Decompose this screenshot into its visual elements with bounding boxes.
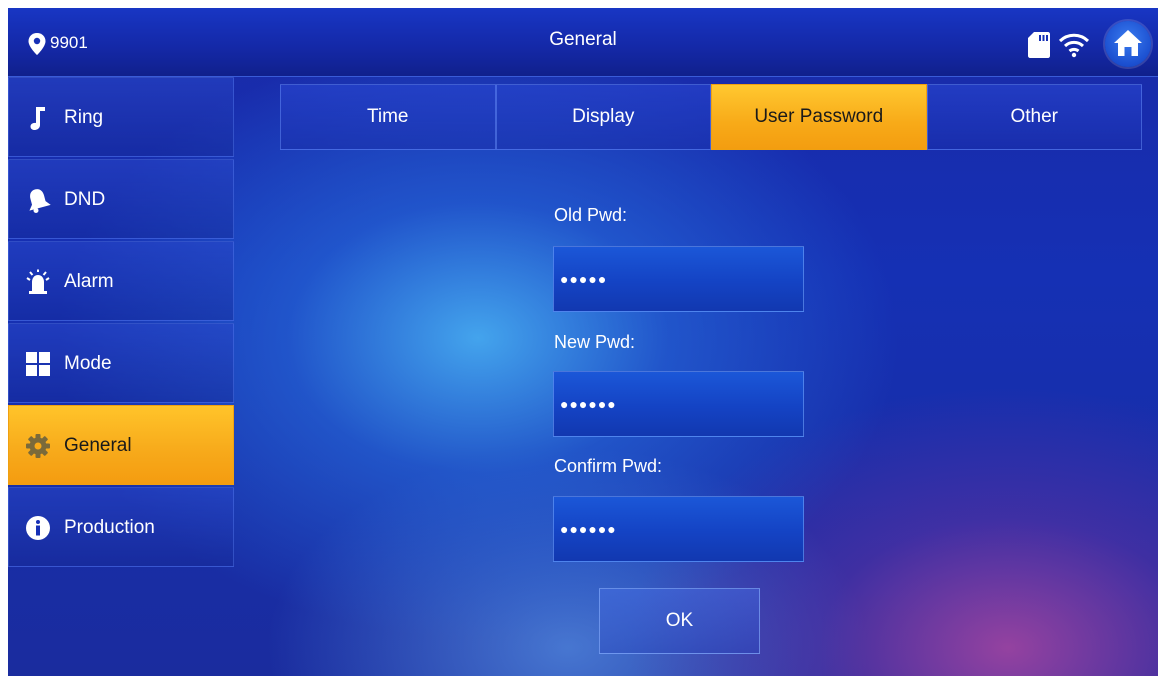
tab-time[interactable]: Time	[280, 84, 496, 150]
bell-icon	[29, 189, 51, 213]
sidebar: Ring DND Alarm Mode General Production	[8, 77, 234, 569]
home-button[interactable]	[1105, 21, 1151, 67]
confirm-password-label: Confirm Pwd:	[554, 456, 663, 476]
sidebar-item-ring[interactable]: Ring	[8, 77, 234, 157]
new-password-field[interactable]: ●●●●●●	[553, 371, 804, 437]
info-icon	[26, 516, 50, 540]
sidebar-item-alarm[interactable]: Alarm	[8, 241, 234, 321]
home-icon	[1114, 30, 1142, 56]
new-password-label: New Pwd:	[554, 332, 636, 352]
sidebar-item-dnd[interactable]: DND	[8, 159, 234, 239]
sidebar-item-label: Production	[64, 517, 155, 538]
screen: 9901 General Ring DND Alarm Mode General…	[8, 8, 1158, 676]
sidebar-item-label: DND	[64, 189, 106, 210]
old-password-value: ●●●●●	[560, 271, 608, 287]
tab-other[interactable]: Other	[926, 84, 1142, 150]
sidebar-item-label: Mode	[64, 353, 112, 374]
old-password-field[interactable]: ●●●●●	[553, 246, 804, 312]
sidebar-item-label: General	[64, 435, 132, 456]
sidebar-item-label: Alarm	[64, 271, 114, 292]
ok-button[interactable]: OK	[599, 588, 760, 654]
top-bar: 9901 General	[8, 8, 1158, 77]
wifi-icon	[1058, 33, 1090, 58]
old-password-label: Old Pwd:	[554, 205, 628, 225]
confirm-password-value: ●●●●●●	[560, 521, 617, 537]
confirm-password-field[interactable]: ●●●●●●	[553, 496, 804, 562]
sidebar-item-production[interactable]: Production	[8, 487, 234, 567]
tab-bar: Time Display User Password Other	[280, 84, 1142, 150]
page-title: General	[549, 29, 617, 50]
sidebar-item-general[interactable]: General	[8, 405, 234, 485]
alarm-siren-icon	[26, 269, 50, 294]
music-note-icon	[30, 107, 45, 130]
tab-display[interactable]: Display	[495, 84, 711, 150]
tab-user-password[interactable]: User Password	[711, 84, 927, 150]
new-password-value: ●●●●●●	[560, 396, 617, 412]
gear-icon	[26, 434, 50, 458]
grid-icon	[26, 352, 50, 376]
sidebar-item-mode[interactable]: Mode	[8, 323, 234, 403]
sd-card-icon	[1028, 32, 1050, 58]
sidebar-item-label: Ring	[64, 107, 104, 128]
